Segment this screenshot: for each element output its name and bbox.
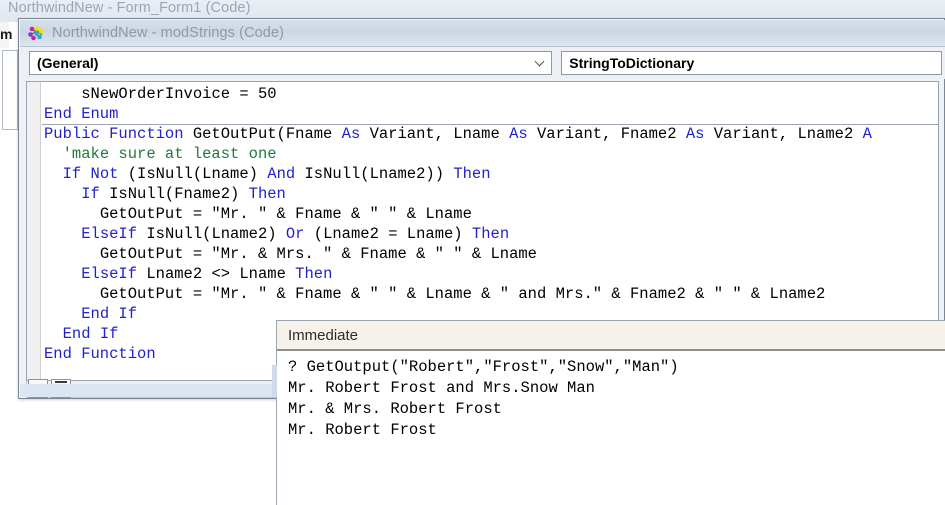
- code-token: As: [509, 125, 537, 143]
- code-token: Then: [453, 165, 491, 183]
- immediate-window-title: Immediate: [288, 326, 359, 344]
- immediate-output-line: Mr. & Mrs. Robert Frost: [288, 400, 502, 418]
- code-window-titlebar[interactable]: NorthwindNew - modStrings (Code): [20, 20, 945, 47]
- code-token: GetOutPut = "Mr. " & Fname & " " & Lname: [99, 205, 472, 223]
- code-line: ElseIf IsNull(Lname2) Or (Lname2 = Lname…: [44, 224, 938, 244]
- code-token: Lname2 <> Lname: [146, 265, 296, 283]
- code-token: Variant, Lname2: [713, 125, 863, 143]
- code-line: ElseIf Lname2 <> Lname Then: [44, 264, 938, 284]
- code-token: IsNull(Lname2): [146, 225, 286, 243]
- code-token: (IsNull(Lname): [127, 165, 268, 183]
- code-line: GetOutPut = "Mr. " & Fname & " " & Lname: [44, 204, 938, 224]
- code-token: End Enum: [44, 105, 119, 123]
- immediate-window-output[interactable]: ? GetOutput("Robert","Frost","Snow","Man…: [277, 353, 945, 505]
- code-line: If Not (IsNull(Lname) And IsNull(Lname2)…: [44, 164, 938, 184]
- code-token: GetOutPut(Fname: [192, 125, 342, 143]
- immediate-window-header[interactable]: Immediate: [277, 321, 945, 351]
- background-left-marker: m: [0, 26, 13, 42]
- code-token: IsNull(Lname2)): [304, 165, 454, 183]
- object-combo-value: (General): [37, 55, 99, 71]
- code-token: Variant, Fname2: [537, 125, 686, 143]
- code-token: (Lname2 = Lname): [313, 225, 472, 243]
- code-token: End If: [62, 325, 119, 343]
- code-line: Public Function GetOutPut(Fname As Varia…: [44, 124, 938, 144]
- code-gutter: [27, 82, 41, 380]
- background-window-title: NorthwindNew - Form_Form1 (Code): [8, 0, 251, 16]
- code-token: As: [341, 125, 370, 143]
- immediate-output-line: ? GetOutput("Robert","Frost","Snow","Man…: [288, 358, 679, 376]
- code-line: 'make sure at least one: [44, 144, 938, 164]
- code-token: As: [685, 125, 714, 143]
- procedure-combo[interactable]: StringToDictionary: [561, 51, 942, 75]
- code-token: Then: [248, 185, 286, 203]
- code-token: End Function: [44, 345, 156, 363]
- code-window-title: NorthwindNew - modStrings (Code): [52, 25, 285, 41]
- code-token: If Not: [62, 165, 128, 183]
- chevron-down-icon[interactable]: [536, 58, 545, 67]
- code-line: sNewOrderInvoice = 50: [44, 84, 938, 104]
- code-token: A: [862, 125, 872, 143]
- code-token: GetOutPut = "Mr. " & Fname & " " & Lname…: [99, 285, 826, 303]
- code-token: ElseIf: [81, 225, 147, 243]
- vba-module-icon: [28, 25, 45, 41]
- code-token: 'make sure at least one: [62, 145, 277, 163]
- code-token: Or: [285, 225, 314, 243]
- procedure-combo-value: StringToDictionary: [569, 55, 695, 71]
- code-token: ElseIf: [81, 265, 147, 283]
- code-line: GetOutPut = "Mr. & Mrs. " & Fname & " " …: [44, 244, 938, 264]
- code-line: GetOutPut = "Mr. " & Fname & " " & Lname…: [44, 284, 938, 304]
- immediate-output-line: Mr. Robert Frost and Mrs.Snow Man: [288, 379, 595, 397]
- code-token: End If: [81, 305, 138, 323]
- code-token: Variant, Lname: [369, 125, 510, 143]
- code-line: End Enum: [44, 104, 938, 124]
- background-left-listbox[interactable]: [2, 50, 18, 130]
- code-token: Then: [295, 265, 333, 283]
- code-token: sNewOrderInvoice = 50: [81, 85, 277, 103]
- vba-editor-screen: NorthwindNew - Form_Form1 (Code) m North…: [0, 0, 945, 505]
- code-token: Then: [471, 225, 510, 243]
- code-token: IsNull(Fname2): [109, 185, 249, 203]
- code-window-dropdown-row: (General) StringToDictionary: [20, 47, 945, 79]
- code-token: Public Function: [44, 125, 193, 143]
- code-token: And: [267, 165, 305, 183]
- code-token: GetOutPut = "Mr. & Mrs. " & Fname & " " …: [99, 245, 537, 263]
- immediate-window: Immediate ? GetOutput("Robert","Frost","…: [272, 320, 945, 505]
- immediate-output-line: Mr. Robert Frost: [288, 421, 437, 439]
- object-combo[interactable]: (General): [29, 51, 553, 75]
- code-line: If IsNull(Fname2) Then: [44, 184, 938, 204]
- code-token: If: [81, 185, 110, 203]
